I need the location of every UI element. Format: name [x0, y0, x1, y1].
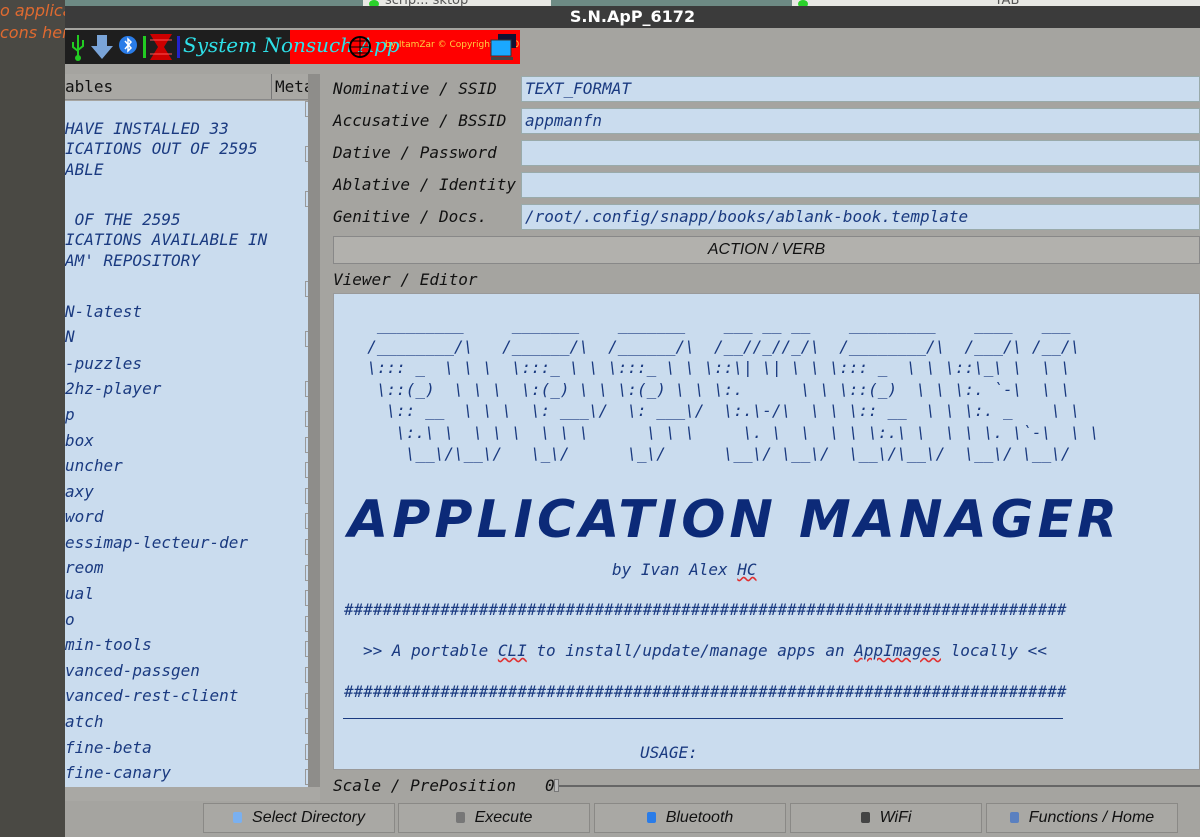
field-input[interactable] — [521, 172, 1200, 198]
field-input[interactable] — [521, 140, 1200, 166]
tagline-part: >> A portable — [363, 641, 498, 660]
list-item[interactable]: min-tools — [65, 635, 152, 655]
tagline: >> A portable CLI to install/update/mana… — [363, 640, 1047, 662]
field-label: Dative / Password — [333, 143, 497, 162]
hash-line: ########################################… — [344, 600, 1067, 619]
byline-prefix: by Ivan Alex — [612, 560, 738, 579]
list-item[interactable]: axy — [65, 482, 94, 502]
desktop-note: o applica cons here — [0, 1, 65, 42]
desktop-dock — [0, 0, 65, 837]
globe-headset-icon — [349, 36, 371, 58]
divider — [343, 718, 1063, 719]
hash-line: ########################################… — [344, 682, 1067, 701]
field-label: Ablative / Identity — [333, 175, 517, 194]
button-label: Execute — [474, 809, 533, 826]
field-label: Genitive / Docs. — [333, 207, 488, 226]
field-input[interactable]: /root/.config/snapp/books/ablank-book.te… — [521, 204, 1200, 230]
list-item[interactable]: uncher — [65, 456, 123, 476]
scale-slider-handle[interactable] — [554, 779, 559, 792]
scale-label-text: Scale / PrePosition — [333, 776, 517, 795]
list-item[interactable]: o — [65, 610, 75, 630]
list-item[interactable]: reom — [65, 558, 104, 578]
big-title: APPLICATION MANAGER — [348, 490, 1122, 550]
field-label: Accusative / BSSID — [333, 111, 507, 130]
viewer-editor[interactable]: _________ _______ _______ ___ __ __ ____… — [333, 293, 1200, 770]
column-header-meta[interactable]: Meta — [275, 74, 308, 99]
list-header: ables Meta — [65, 74, 308, 100]
tagline-part: locally << — [940, 641, 1047, 660]
button-label: Functions / Home — [1028, 809, 1155, 826]
execute-button[interactable]: Execute — [398, 803, 590, 833]
select-directory-button[interactable]: Select Directory — [203, 803, 395, 833]
list-item[interactable]: 2hz-player — [65, 379, 161, 399]
field-input[interactable]: TEXT_FORMAT — [521, 76, 1200, 102]
tagline-part: AppImages — [854, 641, 941, 660]
bluetooth-icon — [119, 36, 137, 54]
list-vertical-scrollbar[interactable] — [308, 74, 320, 787]
ascii-art-banner: _________ _______ _______ ___ __ __ ____… — [367, 315, 1100, 463]
field-input[interactable]: appmanfn — [521, 108, 1200, 134]
button-label: Bluetooth — [665, 809, 734, 826]
list-item[interactable]: box — [65, 431, 94, 451]
list-item[interactable]: N — [65, 327, 75, 347]
wifi-button[interactable]: WiFi — [790, 803, 982, 833]
app-banner: System Nonsuch App by ItamZar © Copyrigh… — [65, 30, 520, 64]
list-item[interactable]: HAVE INSTALLED 33 — [65, 119, 229, 139]
bluetooth-icon — [646, 812, 656, 823]
list-item[interactable]: AM' REPOSITORY — [65, 251, 200, 271]
hourglass-icon — [150, 34, 172, 60]
list-horizontal-scrollbar[interactable] — [65, 787, 320, 801]
computer-icon — [490, 34, 516, 60]
usage-heading: USAGE: — [640, 743, 698, 762]
list-item[interactable]: vanced-rest-client — [65, 686, 238, 706]
list-item[interactable]: atch — [65, 712, 104, 732]
download-arrow-icon — [91, 35, 113, 59]
folder-icon — [233, 812, 243, 823]
byline-name: HC — [737, 560, 757, 579]
functions-home-button[interactable]: Functions / Home — [986, 803, 1178, 833]
list-item[interactable]: ABLE — [65, 160, 104, 180]
usb-icon — [72, 35, 84, 61]
application-list[interactable]: HAVE INSTALLED 33 ICATIONS OUT OF 2595 ABL… — [65, 101, 308, 787]
window-title: S.N.ApP_6172 — [65, 6, 1200, 28]
list-item[interactable]: ICATIONS OUT OF 2595 — [65, 139, 258, 159]
list-item[interactable]: essimap-lecteur-der — [65, 533, 248, 553]
bluetooth-button[interactable]: Bluetooth — [594, 803, 786, 833]
list-item[interactable]: p — [65, 405, 75, 425]
list-item[interactable]: -puzzles — [65, 354, 142, 374]
pane-splitter[interactable] — [320, 74, 328, 797]
scale-slider[interactable] — [555, 785, 1200, 787]
field-label: Nominative / SSID — [333, 79, 497, 98]
tagline-part: to install/update/manage apps an — [526, 641, 855, 660]
button-label: Select Directory — [252, 809, 365, 826]
tagline-part: CLI — [497, 641, 527, 660]
list-item[interactable]: vanced-passgen — [65, 661, 200, 681]
banner-icons — [72, 34, 180, 61]
list-item[interactable]: OF THE 2595 — [65, 210, 181, 230]
scale-label: Scale / PrePosition 0 — [333, 775, 555, 797]
list-item[interactable]: ICATIONS AVAILABLE IN — [65, 230, 267, 250]
byline: by Ivan Alex HC — [612, 559, 757, 581]
list-item[interactable]: ual — [65, 584, 94, 604]
terminal-icon — [455, 812, 465, 823]
list-item[interactable]: word — [65, 507, 104, 527]
viewer-label: Viewer / Editor — [333, 270, 478, 289]
button-label: WiFi — [879, 809, 912, 826]
list-item[interactable]: fine-beta — [65, 738, 152, 758]
list-item[interactable]: fine-canary — [65, 763, 171, 783]
wifi-icon — [860, 812, 870, 823]
list-item[interactable]: N-latest — [65, 302, 142, 322]
column-header-name[interactable]: ables — [65, 74, 113, 99]
action-verb-button[interactable]: ACTION / VERB — [333, 236, 1200, 264]
home-refresh-icon — [1009, 812, 1019, 823]
